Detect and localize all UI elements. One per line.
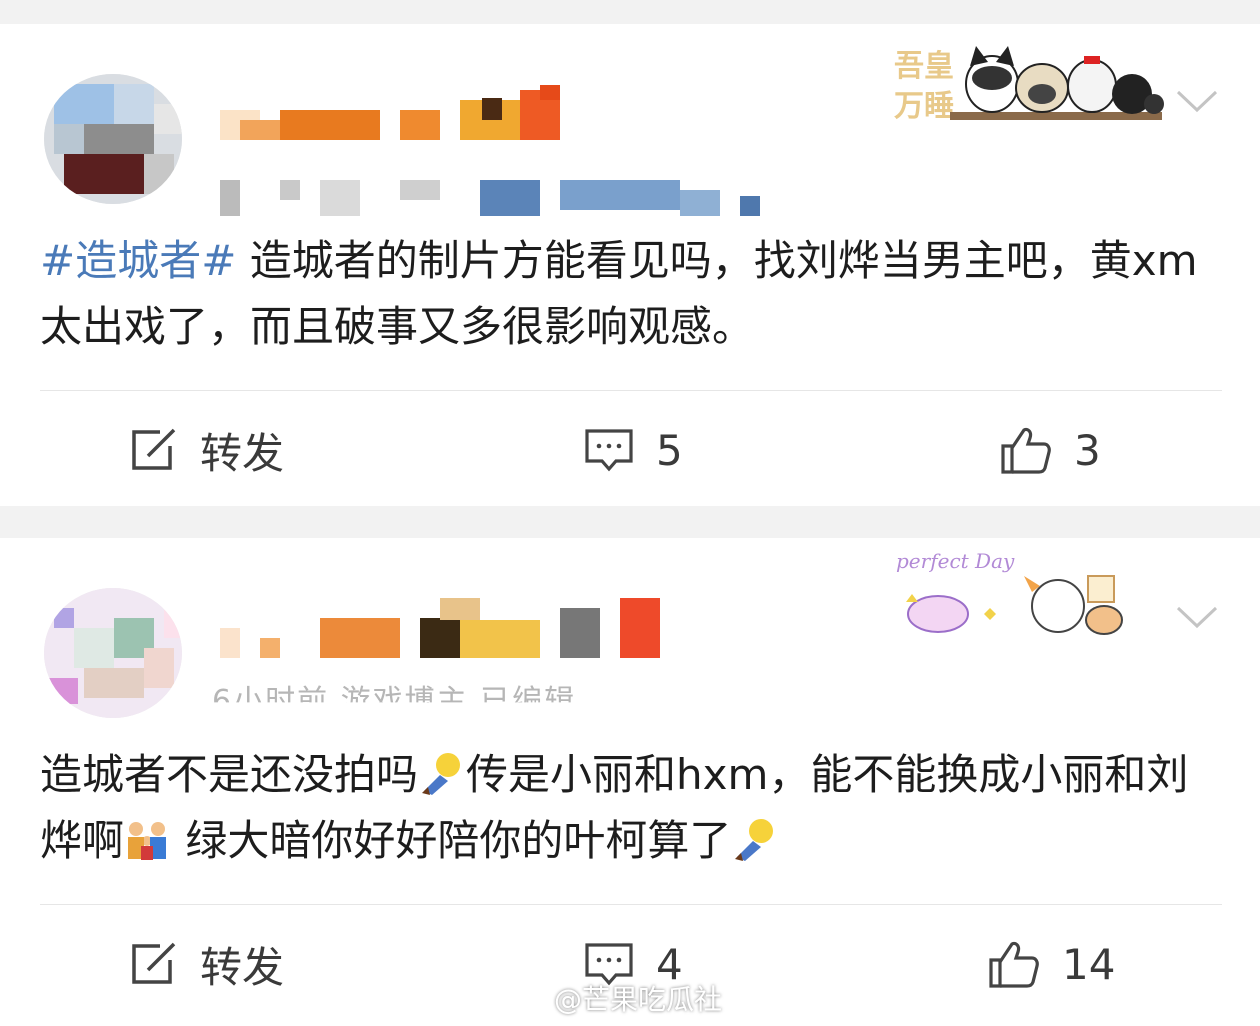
thumbs-up-icon: [1001, 427, 1051, 474]
post-meta: 6小时前 游戏博主 已编辑: [212, 684, 577, 719]
sticker-text-1: perfect Day: [896, 549, 1015, 573]
username-redacted[interactable]: [220, 80, 580, 140]
family-emoji-icon: [128, 822, 167, 860]
thumbs-up-icon: [989, 941, 1039, 988]
watermark-text: @芒果吃瓜社: [554, 983, 723, 1016]
chevron-down-icon[interactable]: [1174, 594, 1220, 640]
repost-icon: [132, 942, 176, 984]
hashtag-link[interactable]: #造城者#: [40, 236, 236, 285]
feed: 吾皇 万睡 #造城者# 造城者的制片方能看见吗，找刘烨当男主吧，黄xm太出戏了，…: [0, 0, 1260, 1026]
post-text: #造城者# 造城者的制片方能看见吗，找刘烨当男主吧，黄xm太出戏了，而且破事又多…: [40, 228, 1220, 360]
watermark: @芒果吃瓜社: [508, 978, 722, 1018]
chevron-down-icon[interactable]: [1174, 78, 1220, 124]
like-button[interactable]: 3: [1000, 410, 1101, 490]
comment-icon: [585, 429, 633, 472]
comment-button[interactable]: 5: [584, 410, 683, 490]
post-card[interactable]: 6小时前 游戏博主 已编辑 perfect Day 造城者不是还没拍吗 传是小丽和…: [0, 538, 1260, 1026]
comment-count: 5: [656, 425, 683, 475]
weibo-logo-icon: [508, 984, 548, 1014]
like-count: 3: [1074, 425, 1101, 475]
username-redacted[interactable]: [220, 598, 680, 662]
avatar[interactable]: [44, 74, 182, 204]
like-button[interactable]: 14: [988, 924, 1115, 1004]
post-body-3: 绿大暗你好好陪你的叶柯算了: [172, 816, 732, 865]
decorative-sticker: 吾皇 万睡: [892, 34, 1172, 134]
meta-redacted: [220, 180, 780, 220]
divider: [40, 390, 1222, 391]
repost-button[interactable]: 转发: [130, 924, 284, 1004]
avatar[interactable]: [44, 588, 182, 718]
repost-label: 转发: [200, 428, 285, 478]
post-body-1: 造城者不是还没拍吗: [40, 750, 419, 799]
repost-label: 转发: [200, 942, 285, 992]
sleepy-emoji-icon: [735, 819, 774, 861]
post-card[interactable]: 吾皇 万睡 #造城者# 造城者的制片方能看见吗，找刘烨当男主吧，黄xm太出戏了，…: [0, 24, 1260, 506]
repost-button[interactable]: 转发: [130, 410, 284, 490]
post-text: 造城者不是还没拍吗 传是小丽和hxm，能不能换成小丽和刘烨啊 绿大暗你好好陪你的叶…: [40, 742, 1220, 874]
sleepy-emoji-icon: [422, 753, 461, 795]
sticker-text-1: 吾皇: [894, 49, 954, 84]
like-count: 14: [1062, 939, 1116, 989]
repost-icon: [132, 428, 176, 470]
decorative-sticker: perfect Day: [892, 542, 1172, 642]
sticker-text-2: 万睡: [894, 89, 954, 124]
action-bar: 转发 5 3: [0, 410, 1260, 490]
divider: [40, 904, 1222, 905]
